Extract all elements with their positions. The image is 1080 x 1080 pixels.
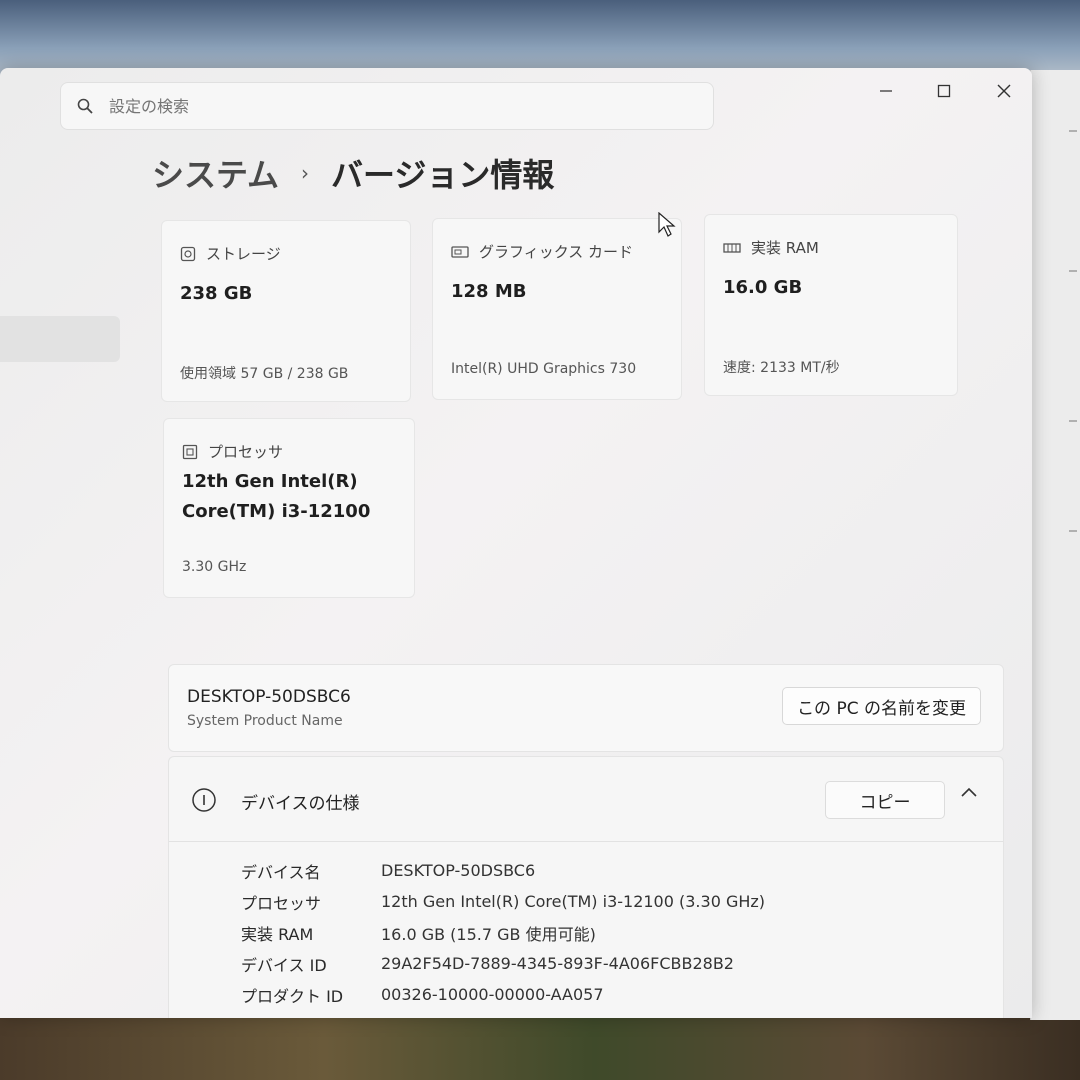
storage-icon — [180, 246, 196, 261]
device-spec-section: デバイスの仕様 コピー デバイス名 DESKTOP-50DSBC6 プロセッサ … — [168, 756, 1004, 1018]
graphics-value: 128 MB — [451, 281, 527, 302]
spec-key: プロセッサ — [241, 893, 322, 913]
maximize-icon — [937, 84, 951, 98]
breadcrumb: システム › バージョン情報 — [152, 150, 554, 196]
background-window-detail — [1069, 270, 1077, 272]
background-window-detail — [1069, 130, 1077, 132]
close-button[interactable] — [984, 76, 1024, 106]
settings-search-box[interactable] — [60, 82, 714, 130]
ram-card-header: 実装 RAM — [723, 237, 819, 258]
device-spec-list: デバイス名 DESKTOP-50DSBC6 プロセッサ 12th Gen Int… — [241, 855, 765, 1010]
spec-key: 実装 RAM — [241, 924, 314, 944]
minimize-button[interactable] — [866, 76, 906, 106]
spec-key: プロダクト ID — [241, 986, 344, 1006]
graphics-card-icon — [451, 245, 469, 258]
pc-name: DESKTOP-50DSBC6 — [187, 687, 351, 707]
info-icon — [192, 788, 216, 812]
processor-label: プロセッサ — [208, 443, 284, 461]
ram-icon — [723, 242, 741, 253]
search-input[interactable] — [107, 95, 671, 117]
ram-card[interactable]: 実装 RAM 16.0 GB 速度: 2133 MT/秒 — [704, 214, 958, 396]
spec-value: DESKTOP-50DSBC6 — [381, 861, 536, 880]
page-title: バージョン情報 — [331, 156, 555, 194]
device-spec-title: デバイスの仕様 — [241, 794, 360, 814]
spec-row-ram: 実装 RAM 16.0 GB (15.7 GB 使用可能) — [241, 917, 765, 948]
sidebar-selected-item[interactable] — [0, 316, 120, 362]
ram-label: 実装 RAM — [751, 239, 819, 257]
processor-value-line2: Core(TM) i3-12100 — [182, 501, 371, 522]
graphics-card[interactable]: グラフィックス カード 128 MB Intel(R) UHD Graphics… — [432, 218, 682, 400]
storage-value: 238 GB — [180, 283, 253, 304]
close-icon — [997, 84, 1011, 98]
spec-value: 16.0 GB (15.7 GB 使用可能) — [381, 924, 596, 944]
processor-card[interactable]: プロセッサ 12th Gen Intel(R) Core(TM) i3-1210… — [163, 418, 415, 598]
spec-row-processor: プロセッサ 12th Gen Intel(R) Core(TM) i3-1210… — [241, 886, 765, 917]
processor-icon — [182, 444, 198, 459]
copy-button[interactable]: コピー — [825, 781, 945, 819]
spec-row-device-id: デバイス ID 29A2F54D-7889-4345-893F-4A06FCBB… — [241, 948, 765, 979]
ram-value: 16.0 GB — [723, 277, 803, 298]
processor-card-header: プロセッサ — [182, 441, 283, 462]
background-window-detail — [1069, 530, 1077, 532]
graphics-card-header: グラフィックス カード — [451, 241, 633, 262]
desktop-wallpaper-ground — [0, 1010, 1080, 1080]
graphics-label: グラフィックス カード — [479, 243, 634, 261]
graphics-model: Intel(R) UHD Graphics 730 — [451, 361, 637, 377]
pc-product-name: System Product Name — [187, 713, 343, 729]
minimize-icon — [880, 90, 892, 92]
processor-value-line1: 12th Gen Intel(R) — [182, 471, 358, 492]
ram-speed: 速度: 2133 MT/秒 — [723, 360, 840, 376]
chevron-up-icon[interactable] — [961, 787, 977, 797]
spec-key: デバイス ID — [241, 955, 327, 975]
spec-value: 00326-10000-00000-AA057 — [381, 985, 604, 1004]
spec-value: 29A2F54D-7889-4345-893F-4A06FCBB28B2 — [381, 954, 734, 973]
search-icon — [77, 98, 93, 114]
mouse-cursor-icon — [658, 212, 676, 237]
spec-key: デバイス名 — [241, 862, 321, 882]
spec-value: 12th Gen Intel(R) Core(TM) i3-12100 (3.3… — [381, 892, 766, 911]
storage-usage: 使用領域 57 GB / 238 GB — [180, 366, 349, 382]
background-window — [1030, 70, 1080, 1020]
spec-row-device-name: デバイス名 DESKTOP-50DSBC6 — [241, 855, 765, 886]
rename-pc-button[interactable]: この PC の名前を変更 — [782, 687, 981, 725]
settings-window: システム › バージョン情報 ストレージ 238 GB 使用領域 57 GB /… — [0, 68, 1032, 1018]
storage-label: ストレージ — [206, 245, 281, 263]
processor-clock: 3.30 GHz — [182, 559, 247, 575]
storage-card-header: ストレージ — [180, 243, 281, 264]
background-window-detail — [1069, 420, 1077, 422]
spec-row-product-id: プロダクト ID 00326-10000-00000-AA057 — [241, 979, 765, 1010]
maximize-button[interactable] — [924, 76, 964, 106]
storage-card[interactable]: ストレージ 238 GB 使用領域 57 GB / 238 GB — [161, 220, 411, 402]
device-spec-header[interactable]: デバイスの仕様 コピー — [169, 757, 1003, 842]
pc-name-row: DESKTOP-50DSBC6 System Product Name この P… — [168, 664, 1004, 752]
breadcrumb-parent[interactable]: システム — [152, 150, 279, 196]
breadcrumb-separator: › — [301, 161, 310, 185]
processor-value: 12th Gen Intel(R) Core(TM) i3-12100 — [182, 467, 370, 527]
